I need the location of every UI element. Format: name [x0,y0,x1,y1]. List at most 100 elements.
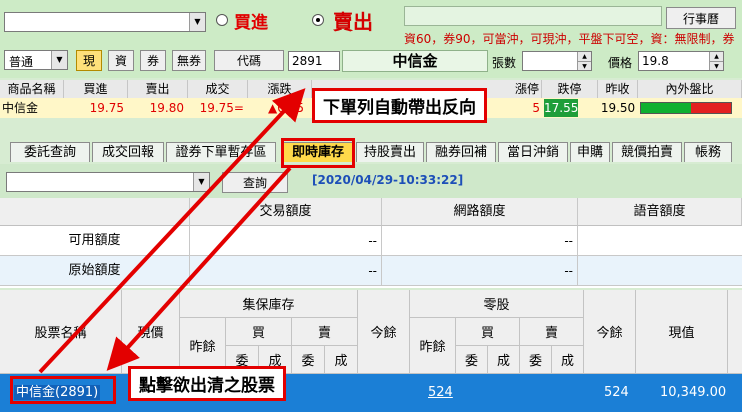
stock-name-display: 中信金 [342,50,488,72]
quote-prev-close: 19.50 [600,101,636,115]
col-custody-group: 集保庫存 [180,290,358,318]
quote-limit-down: 17.55 [544,99,579,117]
stepper-down-icon[interactable]: ▼ [709,61,723,70]
tab-accounting[interactable]: 帳務 [684,142,732,162]
tab-order-draft[interactable]: 證券下單暫存區 [166,142,276,162]
tab-subscription[interactable]: 申購 [570,142,610,162]
inner-volume-fill [641,103,691,113]
code-input[interactable]: 2891 [288,51,340,71]
quota-table: 交易額度 網路額度 語音額度 可用額度 -- -- 原始額度 -- -- [0,198,742,288]
calendar-button[interactable]: 行事曆 [666,7,736,29]
quota-row-label: 可用額度 [0,226,190,256]
quote-bid[interactable]: 19.75 [64,99,128,117]
quota-value: -- [382,226,578,256]
quota-value: -- [190,226,382,256]
account-select[interactable]: ▼ [4,12,206,32]
quota-header-blank [0,198,190,226]
sell-label: 賣出 [333,10,373,34]
quote-header: 跌停 [542,80,598,98]
quota-header: 網路額度 [382,198,578,226]
col-odd-group: 零股 [410,290,584,318]
price-value: 19.8 [642,54,669,68]
quote-header: 賣出 [128,80,188,98]
callout-top: 下單列自動帶出反向 [312,88,487,123]
col-odd-sell: 賣 [520,318,584,346]
tab-auction[interactable]: 競價拍賣 [612,142,682,162]
stepper-down-icon[interactable]: ▼ [577,61,591,70]
qty-label: 張數 [492,56,517,70]
quote-header: 漲跌 [248,80,312,98]
sell-radio[interactable] [312,14,324,26]
tab-day-trade[interactable]: 當日沖銷 [498,142,568,162]
stepper-up-icon[interactable]: ▲ [577,52,591,61]
cash-button[interactable]: 現 [76,50,102,71]
order-type-select[interactable]: 普通 ▼ [4,50,68,70]
stock-highlight-box [10,376,116,404]
col-price: 現價 [122,290,180,374]
col-custody-sell: 賣 [292,318,358,346]
outer-volume-fill [691,103,731,113]
odd-today-cell: 524 [604,385,629,400]
quote-header: 內外盤比 [638,80,742,98]
col-odd-buy-filled: 成 [488,346,520,374]
order-panel: ▼ 買進 賣出 行事曆 資60，券90，可當沖，可現沖，平盤下可空，資：無限制，… [0,0,742,78]
qty-stepper[interactable]: ▲ ▼ [522,51,592,71]
col-custody-sell-order: 委 [292,346,325,374]
quota-header: 交易額度 [190,198,382,226]
quote-last: 19.75= [199,101,244,115]
col-extra [728,290,742,374]
short-button[interactable]: 券 [140,50,166,71]
col-odd-prev: 昨餘 [410,318,456,374]
quote-limit-up: 5 [532,101,540,115]
price-label: 價格 [608,56,633,70]
code-button[interactable]: 代碼 [214,50,284,71]
quota-value [578,226,742,256]
col-custody-sell-filled: 成 [325,346,358,374]
price-stepper[interactable]: 19.8 ▲ ▼ [638,51,724,71]
quota-header: 語音額度 [578,198,742,226]
quota-value: -- [190,256,382,286]
tab-short-cover[interactable]: 融券回補 [426,142,496,162]
col-stock-name: 股票名稱 [0,290,122,374]
quote-header: 昨收 [598,80,638,98]
quote-name: 中信金 [2,101,39,115]
inventory-filter-select[interactable]: ▼ [6,172,210,192]
quote-header: 商品名稱 [0,80,64,98]
query-button[interactable]: 查詢 [222,172,288,193]
margin-button[interactable]: 資 [108,50,134,71]
quota-value: -- [382,256,578,286]
chevron-down-icon: ▼ [51,51,67,69]
order-type-value: 普通 [9,55,34,69]
buy-radio[interactable] [216,14,228,26]
quote-ask[interactable]: 19.80 [128,99,188,117]
quota-row-label: 原始額度 [0,256,190,286]
quote-header: 漲停 [506,80,542,98]
col-custody-buy: 買 [226,318,292,346]
col-odd-buy-order: 委 [456,346,488,374]
quote-change: ▲0.25 [268,101,304,115]
col-custody-today: 今餘 [358,290,410,374]
stock-info-line: 資60，券90，可當沖，可現沖，平盤下可空，資：無限制，券 [404,32,735,46]
quota-value [578,256,742,286]
col-odd-sell-order: 委 [520,346,552,374]
tab-holding-sell[interactable]: 持股賣出 [356,142,424,162]
tab-fill-report[interactable]: 成交回報 [92,142,164,162]
function-tabs: 委託查詢 成交回報 證券下單暫存區 即時庫存 持股賣出 融券回補 當日沖銷 申購… [0,140,742,162]
col-odd-today: 今餘 [584,290,636,374]
quote-header: 買進 [64,80,128,98]
no-short-button[interactable]: 無券 [172,50,206,71]
custody-prev-cell[interactable]: 524 [428,374,453,412]
callout-bottom: 點擊欲出清之股票 [128,366,286,401]
tab-order-query[interactable]: 委託查詢 [10,142,90,162]
quota-row: 原始額度 -- -- [0,256,742,286]
chevron-down-icon: ▼ [193,173,209,191]
buy-label: 買進 [234,13,268,33]
stepper-up-icon[interactable]: ▲ [709,52,723,61]
message-box [404,6,662,26]
value-cell: 10,349.00 [660,385,727,400]
query-timestamp: [2020/04/29-10:33:22] [312,173,464,187]
col-odd-buy: 買 [456,318,520,346]
chevron-down-icon: ▼ [189,13,205,31]
tab-highlight-box [281,138,355,168]
in-out-ratio-bar [640,102,732,114]
